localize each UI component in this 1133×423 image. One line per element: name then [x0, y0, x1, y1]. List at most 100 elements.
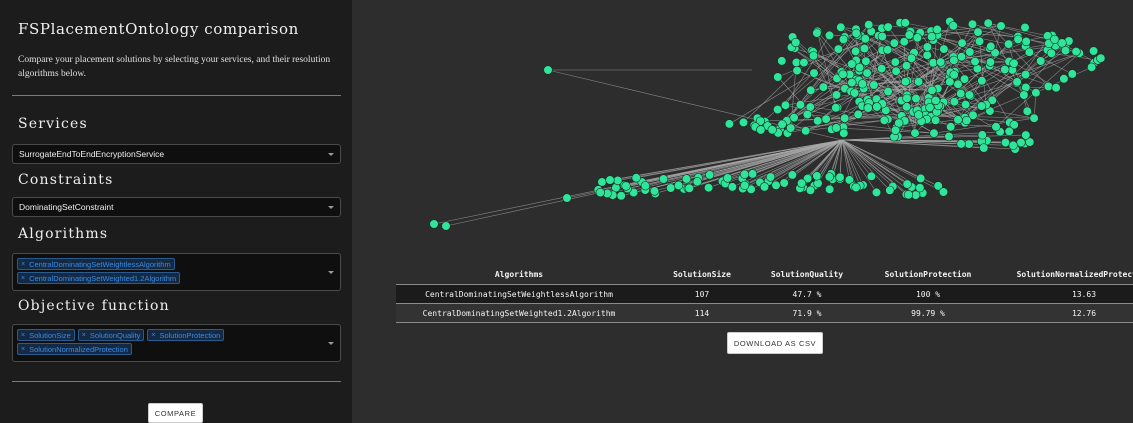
graph-node[interactable] — [766, 172, 776, 182]
graph-node[interactable] — [883, 86, 893, 97]
graph-node[interactable] — [692, 177, 702, 187]
graph-node[interactable] — [859, 43, 870, 54]
graph-node[interactable] — [831, 90, 842, 100]
graph-node[interactable] — [936, 57, 946, 67]
objective-tag[interactable]: × SolutionProtection — [147, 329, 225, 341]
graph-node[interactable] — [1022, 106, 1032, 116]
graph-node[interactable] — [681, 174, 692, 184]
graph-node[interactable] — [967, 19, 978, 29]
graph-node[interactable] — [658, 174, 669, 184]
graph-node[interactable] — [851, 182, 861, 192]
graph-node[interactable] — [825, 184, 835, 194]
graph-node[interactable] — [1043, 81, 1054, 91]
graph-node[interactable] — [835, 172, 845, 182]
graph-node[interactable] — [773, 104, 783, 115]
remove-tag-icon[interactable]: × — [82, 332, 86, 339]
graph-node[interactable] — [976, 101, 987, 111]
compare-button[interactable]: COMPARE — [148, 403, 203, 423]
graph-node[interactable] — [759, 182, 770, 192]
graph-node[interactable] — [616, 191, 626, 201]
download-csv-button[interactable]: DOWNLOAD AS CSV — [727, 332, 823, 354]
graph-node[interactable] — [1051, 83, 1061, 93]
graph-node[interactable] — [872, 102, 882, 112]
services-select[interactable]: SurrogateEndToEndEncryptionService — [12, 144, 341, 164]
graph-node[interactable] — [1020, 69, 1031, 80]
graph-node[interactable] — [792, 65, 802, 76]
graph-node[interactable] — [649, 186, 660, 196]
graph-node[interactable] — [1013, 34, 1023, 44]
graph-node[interactable] — [740, 180, 750, 190]
graph-node[interactable] — [910, 128, 920, 138]
remove-tag-icon[interactable]: × — [21, 332, 25, 339]
graph-node[interactable] — [799, 57, 809, 68]
graph-node[interactable] — [1029, 113, 1039, 123]
graph-node[interactable] — [1096, 53, 1106, 63]
graph-node[interactable] — [705, 170, 715, 180]
graph-node[interactable] — [964, 139, 974, 149]
graph-node[interactable] — [802, 109, 813, 120]
remove-tag-icon[interactable]: × — [21, 275, 25, 282]
graph-node[interactable] — [911, 93, 921, 104]
graph-node[interactable] — [833, 44, 844, 54]
graph-node[interactable] — [913, 77, 924, 87]
graph-node[interactable] — [840, 113, 850, 123]
graph-node[interactable] — [903, 190, 914, 200]
graph-node[interactable] — [965, 47, 975, 57]
graph-node[interactable] — [756, 125, 766, 135]
graph-node[interactable] — [863, 103, 873, 113]
graph-node[interactable] — [786, 123, 796, 133]
graph-node[interactable] — [985, 57, 996, 67]
graph-node[interactable] — [1024, 47, 1035, 57]
remove-tag-icon[interactable]: × — [21, 261, 25, 268]
graph-node[interactable] — [812, 28, 822, 38]
graph-node[interactable] — [889, 38, 899, 48]
graph-node[interactable] — [916, 173, 926, 183]
graph-node[interactable] — [944, 131, 954, 142]
graph-node[interactable] — [1021, 36, 1031, 47]
graph-node[interactable] — [1021, 130, 1031, 140]
graph-node[interactable] — [1036, 56, 1046, 66]
graph-node[interactable] — [977, 76, 987, 86]
graph-node[interactable] — [964, 90, 975, 100]
objective-tag[interactable]: × SolutionSize — [17, 329, 75, 341]
graph-node[interactable] — [939, 44, 949, 54]
graph-node[interactable] — [986, 41, 996, 52]
graph-node[interactable] — [791, 37, 801, 48]
remove-tag-icon[interactable]: × — [21, 346, 25, 353]
graph-node[interactable] — [818, 82, 829, 92]
graph-node[interactable] — [902, 93, 912, 103]
graph-node[interactable] — [956, 139, 966, 149]
graph-node[interactable] — [869, 80, 879, 90]
constraints-select[interactable]: DominatingSetConstraint — [12, 197, 341, 217]
algorithm-tag[interactable]: × CentralDominatingSetWeightlessAlgorithm — [17, 258, 175, 270]
graph-node[interactable] — [915, 183, 925, 193]
graph-node[interactable] — [850, 88, 860, 98]
graph-node[interactable] — [890, 125, 901, 135]
objective-tag[interactable]: × SolutionNormalizedProtection — [17, 343, 132, 355]
graph-node[interactable] — [441, 221, 451, 231]
remove-tag-icon[interactable]: × — [151, 332, 155, 339]
graph-node[interactable] — [824, 172, 835, 182]
chevron-down-icon[interactable] — [328, 153, 334, 156]
graph-node[interactable] — [813, 116, 823, 126]
graph-node[interactable] — [974, 36, 985, 46]
graph-node[interactable] — [824, 30, 835, 41]
graph-node[interactable] — [902, 179, 912, 189]
graph-node[interactable] — [806, 85, 816, 95]
graph-node[interactable] — [1046, 48, 1057, 58]
graph-node[interactable] — [973, 27, 983, 37]
chevron-down-icon[interactable] — [328, 271, 334, 274]
graph-node[interactable] — [1000, 138, 1011, 148]
graph-node[interactable] — [931, 95, 941, 106]
graph-node[interactable] — [929, 128, 939, 138]
graph-node[interactable] — [621, 181, 631, 191]
graph-node[interactable] — [885, 185, 895, 195]
graph-node[interactable] — [1012, 77, 1022, 87]
graph-node[interactable] — [860, 34, 870, 44]
graph-node[interactable] — [812, 171, 822, 181]
graph-node[interactable] — [666, 183, 676, 193]
graph-node[interactable] — [913, 110, 924, 120]
graph-node[interactable] — [900, 18, 910, 28]
graph-node[interactable] — [808, 51, 819, 61]
graph-node[interactable] — [748, 169, 758, 179]
